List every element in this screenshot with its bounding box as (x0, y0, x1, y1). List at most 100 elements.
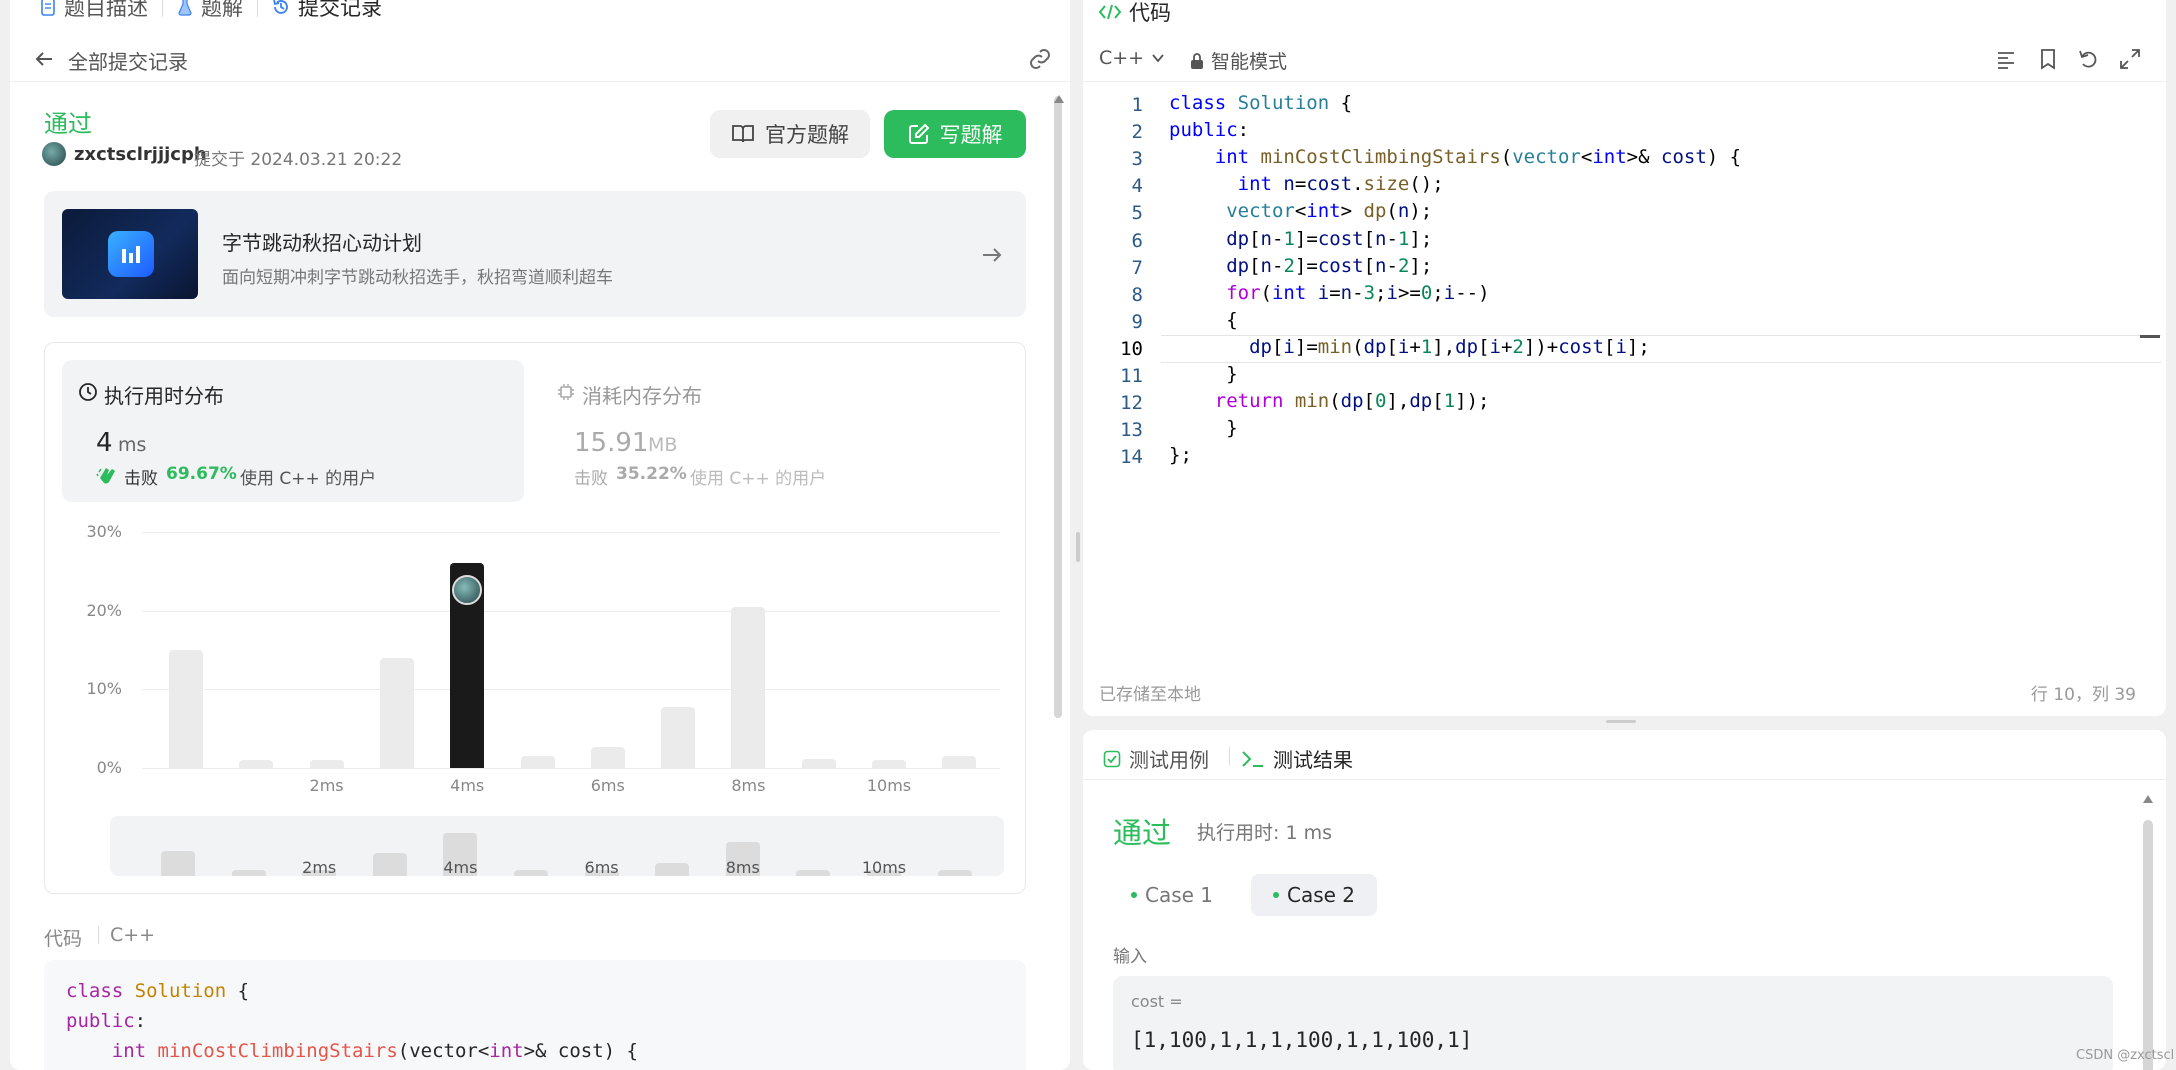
left-scrollbar[interactable] (1054, 96, 1062, 718)
input-box: cost = [1,100,1,1,1,100,1,1,100,1] (1113, 976, 2113, 1070)
line-number: 14 (1120, 446, 1143, 469)
scroll-up-icon[interactable] (2142, 794, 2154, 804)
line-number: 8 (1131, 283, 1143, 306)
histogram-overview[interactable] (110, 816, 1004, 876)
promo-card[interactable]: 字节跳动秋招心动计划 面向短期冲刺字节跳动秋招选手，秋招弯道顺利超车 (44, 191, 1026, 317)
editor-code-line[interactable]: dp[i]=min(dp[i+1],dp[i+2])+cost[i]; (1169, 334, 1650, 361)
promo-subtitle: 面向短期冲刺字节跳动秋招选手，秋招弯道顺利超车 (222, 268, 613, 288)
case-tab-1[interactable]: Case 1 (1113, 874, 1231, 916)
fullscreen-icon[interactable] (2119, 48, 2141, 70)
book-icon (732, 125, 754, 143)
editor-code-line[interactable]: dp[n-1]=cost[n-1]; (1169, 226, 1432, 253)
memory-unit: MB (648, 434, 678, 456)
history-icon (273, 0, 288, 14)
back-to-all-submissions[interactable]: 全部提交记录 (68, 46, 188, 75)
line-number: 1 (1131, 94, 1143, 116)
runtime-tab[interactable]: 执行用时分布 4 ms 击败 69.67% 使用 C++ 的用户 (62, 360, 524, 502)
back-arrow-icon[interactable] (34, 49, 54, 69)
chip-icon (558, 384, 574, 400)
case-tab-1-label: Case 1 (1145, 883, 1214, 907)
edit-icon (908, 123, 929, 144)
tab-submissions[interactable]: 提交记录 (272, 0, 382, 22)
breadcrumb: 全部提交记录 (10, 36, 1070, 82)
code-line: int minCostClimbingStairs(vector<int>& c… (111, 1040, 638, 1062)
line-number: 2 (1131, 121, 1143, 144)
tab-test-result[interactable]: 测试结果 (1241, 744, 1353, 773)
runtime-value: 4 (96, 428, 113, 458)
left-tab-bar: 题目描述 题解 提交记录 (40, 0, 382, 20)
promo-title: 字节跳动秋招心动计划 (222, 231, 422, 255)
memory-value: 15.91 (574, 428, 649, 458)
editor-code-line[interactable]: } (1169, 415, 1237, 442)
case-pass-dot (1131, 892, 1137, 898)
smart-mode-toggle[interactable]: 智能模式 (1189, 47, 1287, 74)
write-solution-label: 写题解 (939, 123, 1003, 147)
vertical-splitter[interactable] (1076, 532, 1080, 562)
editor-code-area[interactable]: 1 class Solution { 2 public: 3 int minCostCl… (1083, 92, 2143, 494)
clock-icon (79, 383, 97, 401)
format-icon[interactable] (1995, 48, 2017, 70)
write-solution-button[interactable]: 写题解 (884, 110, 1026, 158)
code-section-label: 代码 (44, 928, 83, 950)
tab-description-label: 题目描述 (64, 0, 148, 20)
runtime-beat-suffix: 使用 C++ 的用户 (240, 469, 377, 489)
official-solution-label: 官方题解 (765, 123, 849, 147)
tab-divider (257, 0, 258, 17)
editor-code-line[interactable]: int minCostClimbingStairs(vector<int>& c… (1169, 144, 1741, 171)
tab-divider (162, 0, 163, 17)
arrow-right-icon (983, 248, 1002, 262)
case-pass-dot (1273, 892, 1279, 898)
editor-code-line[interactable]: }; (1169, 442, 1192, 469)
test-status: 通过 (1113, 816, 1172, 850)
memory-tab[interactable]: 消耗内存分布 15.91 MB 击败 35.22% 使用 C++ 的用户 (540, 360, 1002, 502)
official-solution-button[interactable]: 官方题解 (710, 110, 870, 158)
submitter-name[interactable]: zxctsclrjjjcph (74, 144, 207, 165)
minimap-marker (2140, 335, 2160, 338)
avatar[interactable] (42, 142, 66, 166)
editor-code-line[interactable]: vector<int> dp(n); (1169, 198, 1432, 225)
editor-code-line[interactable]: } (1169, 361, 1237, 388)
editor-header: 代码 (1099, 0, 1171, 27)
case-tab-2[interactable]: Case 2 (1251, 874, 1378, 916)
checkbox-icon (1103, 750, 1121, 767)
line-number: 10 (1120, 337, 1143, 360)
tab-solutions[interactable]: 题解 (177, 0, 243, 22)
code-section-divider (98, 926, 99, 944)
code-editor-panel: 代码 C++ 智能模式 1 class Solution { 2 public: 3 i… (1083, 0, 2166, 716)
tab-test-cases-label: 测试用例 (1129, 748, 1209, 772)
editor-code-line[interactable]: { (1169, 307, 1237, 334)
editor-code-line[interactable]: return min(dp[0],dp[1]); (1169, 388, 1490, 415)
tab-description[interactable]: 题目描述 (40, 0, 148, 22)
tab-submissions-label: 提交记录 (298, 0, 382, 20)
runtime-unit: ms (118, 434, 147, 456)
reset-icon[interactable] (2077, 48, 2099, 70)
link-icon[interactable] (1028, 47, 1052, 71)
param-name: cost = (1131, 992, 1183, 1011)
memory-beat-suffix: 使用 C++ 的用户 (690, 469, 827, 489)
app-root: 题目描述 题解 提交记录 全部提交记录 通过 zxctsclrjjjcph 提交… (0, 0, 2176, 1070)
tab-test-cases[interactable]: 测试用例 (1103, 744, 1209, 773)
flask-icon (178, 0, 192, 16)
test-scrollbar[interactable] (2143, 820, 2153, 1070)
chart-bars-icon (122, 246, 140, 263)
tab-solutions-label: 题解 (201, 0, 243, 20)
submission-status: 通过 (44, 110, 92, 138)
memory-beat-prefix: 击败 (574, 469, 608, 489)
submitted-code-block: class Solution { public: int minCostClim… (44, 960, 1026, 1070)
runtime-beat-prefix: 击败 (124, 469, 158, 489)
editor-code-line[interactable]: int n=cost.size(); (1169, 171, 1444, 198)
clap-icon (96, 468, 115, 484)
horizontal-splitter[interactable] (1606, 720, 1636, 723)
line-number: 3 (1131, 148, 1143, 171)
language-select[interactable]: C++ (1099, 47, 1166, 69)
line-number: 7 (1131, 256, 1143, 279)
editor-code-line[interactable]: class Solution { (1169, 90, 1352, 117)
code-brackets-icon (1099, 4, 1121, 20)
smart-mode-label: 智能模式 (1211, 51, 1288, 73)
editor-code-line[interactable]: dp[n-2]=cost[n-2]; (1169, 253, 1432, 280)
memory-beat-pct: 35.22% (616, 464, 687, 484)
editor-code-line[interactable]: public: (1169, 117, 1249, 144)
scroll-up-icon[interactable] (1053, 94, 1065, 104)
bookmark-icon[interactable] (2037, 48, 2059, 70)
editor-code-line[interactable]: for(int i=n-3;i>=0;i--) (1169, 280, 1489, 307)
